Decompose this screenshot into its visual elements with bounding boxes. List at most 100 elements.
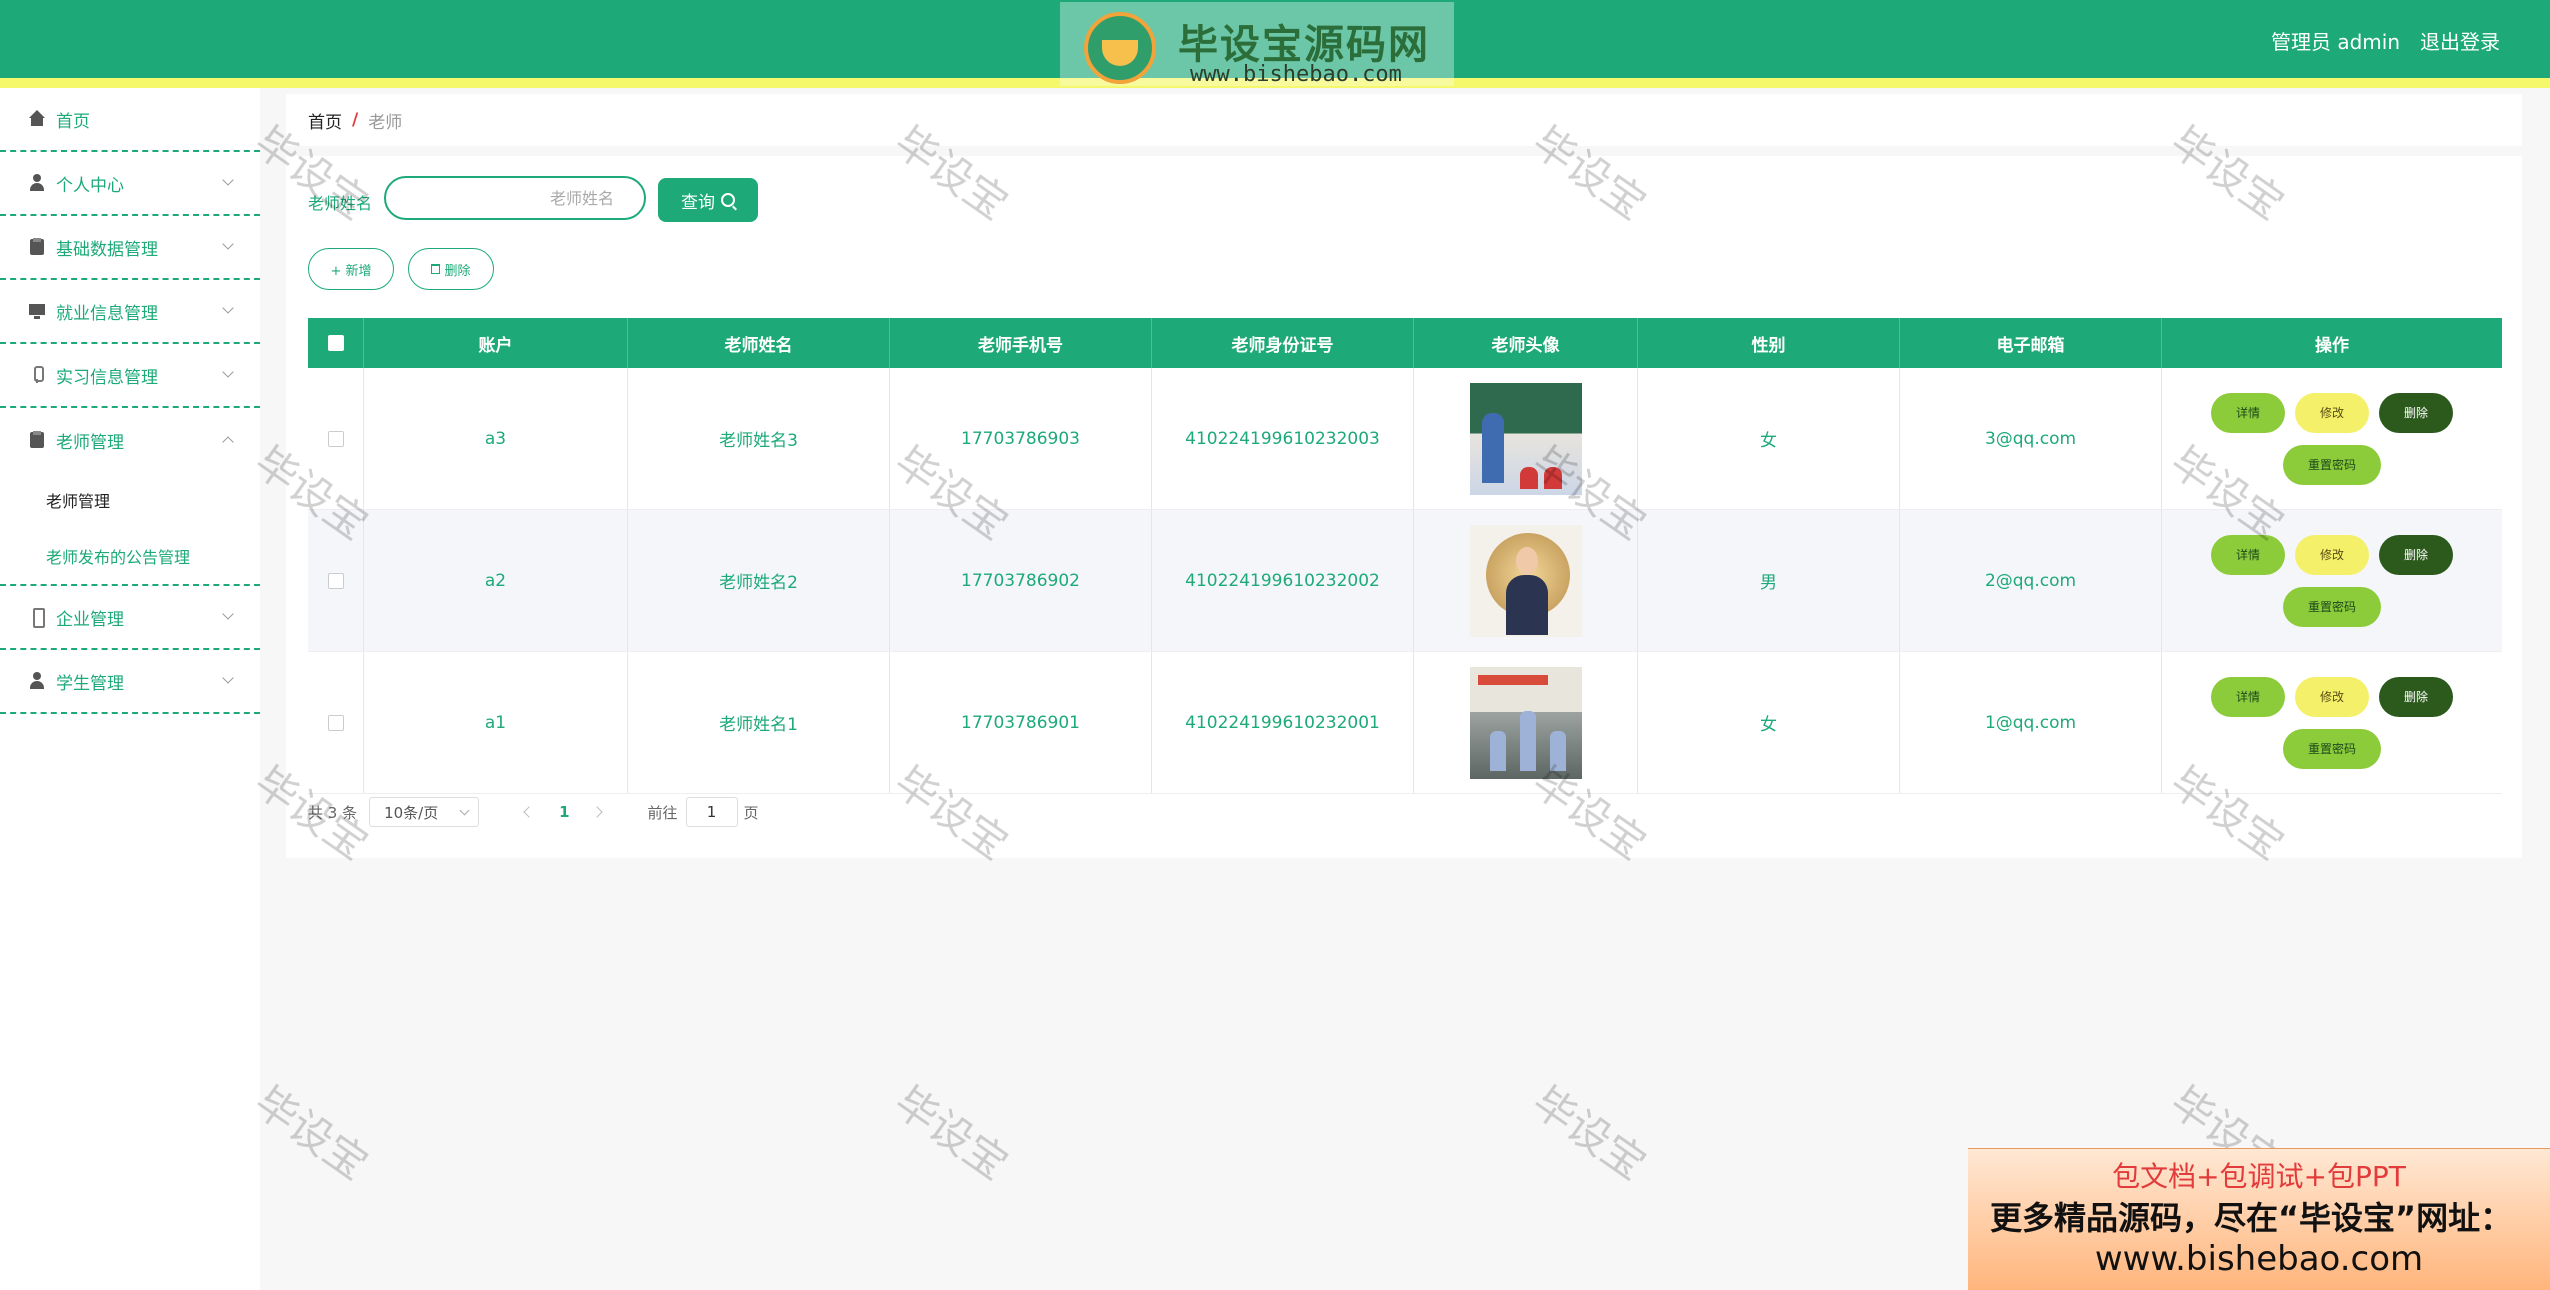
breadcrumb-separator: / — [352, 110, 359, 130]
delete-button-label: 删除 — [444, 263, 471, 279]
breadcrumb: 首页 / 老师 — [286, 94, 2522, 146]
teacher-submenu: 老师管理 老师发布的公告管理 — [0, 472, 260, 586]
gender-cell: 男 — [1638, 510, 1900, 651]
delete-button[interactable]: 删除 — [408, 248, 494, 290]
watermark-text: 毕设宝 — [245, 1076, 377, 1190]
sidebar-item-basic-data[interactable]: 基础数据管理 — [0, 216, 260, 280]
sidebar-item-teacher-management[interactable]: 老师管理 — [0, 408, 260, 472]
user-icon — [28, 174, 46, 192]
sidebar-item-internship-info[interactable]: 实习信息管理 — [0, 344, 260, 408]
chevron-down-icon — [222, 366, 234, 378]
detail-button[interactable]: 详情 — [2211, 676, 2285, 717]
breadcrumb-current: 老师 — [368, 112, 403, 133]
name-cell: 老师姓名3 — [628, 368, 890, 509]
sidebar: 首页 个人中心 基础数据管理 就业信息管理 实习信息管理 老师管理 老师管理 老… — [0, 88, 260, 1290]
pagination: 共 3 条 10条/页 1 前往 页 — [308, 796, 759, 828]
email-cell: 1@qq.com — [1900, 652, 2162, 793]
chevron-down-icon — [222, 672, 234, 684]
goto-suffix: 页 — [743, 803, 759, 822]
detail-button[interactable]: 详情 — [2211, 392, 2285, 433]
edit-button[interactable]: 修改 — [2295, 534, 2369, 575]
watermark-text: 毕设宝 — [1523, 1076, 1655, 1190]
breadcrumb-home[interactable]: 首页 — [308, 108, 342, 133]
phone-cell: 17703786903 — [890, 368, 1152, 509]
edit-button[interactable]: 修改 — [2295, 392, 2369, 433]
email-cell: 2@qq.com — [1900, 510, 2162, 651]
row-checkbox[interactable] — [327, 572, 344, 589]
search-icon — [721, 193, 735, 207]
avatar-figure — [1515, 546, 1538, 575]
query-button-label: 查询 — [681, 192, 715, 213]
logout-button[interactable]: 退出登录 — [2420, 26, 2500, 55]
submenu-item-teacher-announcements[interactable]: 老师发布的公告管理 — [0, 528, 260, 584]
avatar-figure — [1519, 466, 1538, 489]
sidebar-item-label: 企业管理 — [56, 609, 124, 630]
home-icon — [28, 110, 46, 128]
operations-cell: 详情 修改 删除 重置密码 — [2162, 652, 2502, 793]
promo-line-1: 包文档+包调试+包PPT — [2112, 1160, 2406, 1193]
column-header: 老师姓名 — [628, 318, 890, 368]
account-cell: a2 — [364, 510, 628, 651]
column-header: 老师身份证号 — [1152, 318, 1414, 368]
avatar-cell — [1414, 652, 1638, 793]
page-size-select[interactable]: 10条/页 — [369, 797, 480, 827]
column-header: 老师手机号 — [890, 318, 1152, 368]
teacher-table: 账户 老师姓名 老师手机号 老师身份证号 老师头像 性别 电子邮箱 操作 a3 … — [308, 318, 2502, 794]
main-panel: 老师姓名 查询 + 新增 删除 账户 老师姓名 老师手机号 老师身份证号 老师头… — [286, 156, 2522, 858]
chevron-down-icon — [222, 302, 234, 314]
logo-badge-icon — [1084, 12, 1156, 84]
sidebar-item-employment-info[interactable]: 就业信息管理 — [0, 280, 260, 344]
avatar-figure — [1481, 412, 1504, 483]
row-delete-button[interactable]: 删除 — [2379, 392, 2453, 433]
column-header: 账户 — [364, 318, 628, 368]
sidebar-item-label: 实习信息管理 — [56, 367, 158, 388]
email-cell: 3@qq.com — [1900, 368, 2162, 509]
row-checkbox[interactable] — [327, 714, 344, 731]
avatar-banner — [1477, 674, 1548, 685]
sidebar-item-label: 就业信息管理 — [56, 303, 158, 324]
phone-cell: 17703786901 — [890, 652, 1152, 793]
avatar-cell — [1414, 510, 1638, 651]
trash-icon — [431, 264, 441, 274]
clipboard-icon — [28, 431, 46, 449]
reset-password-button[interactable]: 重置密码 — [2283, 444, 2381, 485]
search-label: 老师姓名 — [308, 194, 373, 213]
submenu-item-teacher-management[interactable]: 老师管理 — [0, 472, 260, 528]
edit-button[interactable]: 修改 — [2295, 676, 2369, 717]
avatar-figure — [1543, 466, 1562, 489]
goto-page-input[interactable] — [685, 797, 738, 827]
avatar-figure — [1519, 710, 1536, 771]
total-count: 共 3 条 — [308, 803, 358, 822]
sidebar-item-student-management[interactable]: 学生管理 — [0, 650, 260, 714]
promo-banner[interactable]: 包文档+包调试+包PPT 更多精品源码，尽在“毕设宝”网址： www.bishe… — [1968, 1148, 2550, 1290]
page-number[interactable]: 1 — [559, 803, 569, 821]
site-logo-watermark: 毕设宝源码网 www.bishebao.com — [1060, 2, 1454, 87]
promo-line-2: 更多精品源码，尽在“毕设宝”网址： — [1990, 1199, 2513, 1237]
phone-cell: 17703786902 — [890, 510, 1152, 651]
sidebar-item-personal-center[interactable]: 个人中心 — [0, 152, 260, 216]
name-cell: 老师姓名2 — [628, 510, 890, 651]
sidebar-item-home[interactable]: 首页 — [0, 88, 260, 152]
logo-url: www.bishebao.com — [1190, 62, 1402, 87]
select-all-cell — [308, 318, 364, 368]
detail-button[interactable]: 详情 — [2211, 534, 2285, 575]
row-delete-button[interactable]: 删除 — [2379, 676, 2453, 717]
query-button[interactable]: 查询 — [658, 178, 758, 222]
prev-page-icon[interactable] — [517, 800, 541, 824]
table-row: a3 老师姓名3 17703786903 410224199610232003 … — [308, 368, 2502, 510]
sidebar-item-company-management[interactable]: 企业管理 — [0, 586, 260, 650]
teacher-name-search-input[interactable] — [384, 176, 646, 220]
gender-cell: 女 — [1638, 368, 1900, 509]
row-select-cell — [308, 510, 364, 651]
select-all-checkbox[interactable] — [327, 335, 344, 351]
chevron-down-icon — [222, 174, 234, 186]
watermark-text: 毕设宝 — [885, 1076, 1017, 1190]
row-delete-button[interactable]: 删除 — [2379, 534, 2453, 575]
next-page-icon[interactable] — [588, 800, 612, 824]
row-checkbox[interactable] — [327, 430, 344, 447]
account-cell: a3 — [364, 368, 628, 509]
phone-icon — [28, 608, 46, 628]
reset-password-button[interactable]: 重置密码 — [2283, 728, 2381, 769]
add-button[interactable]: + 新增 — [308, 248, 394, 290]
reset-password-button[interactable]: 重置密码 — [2283, 586, 2381, 627]
